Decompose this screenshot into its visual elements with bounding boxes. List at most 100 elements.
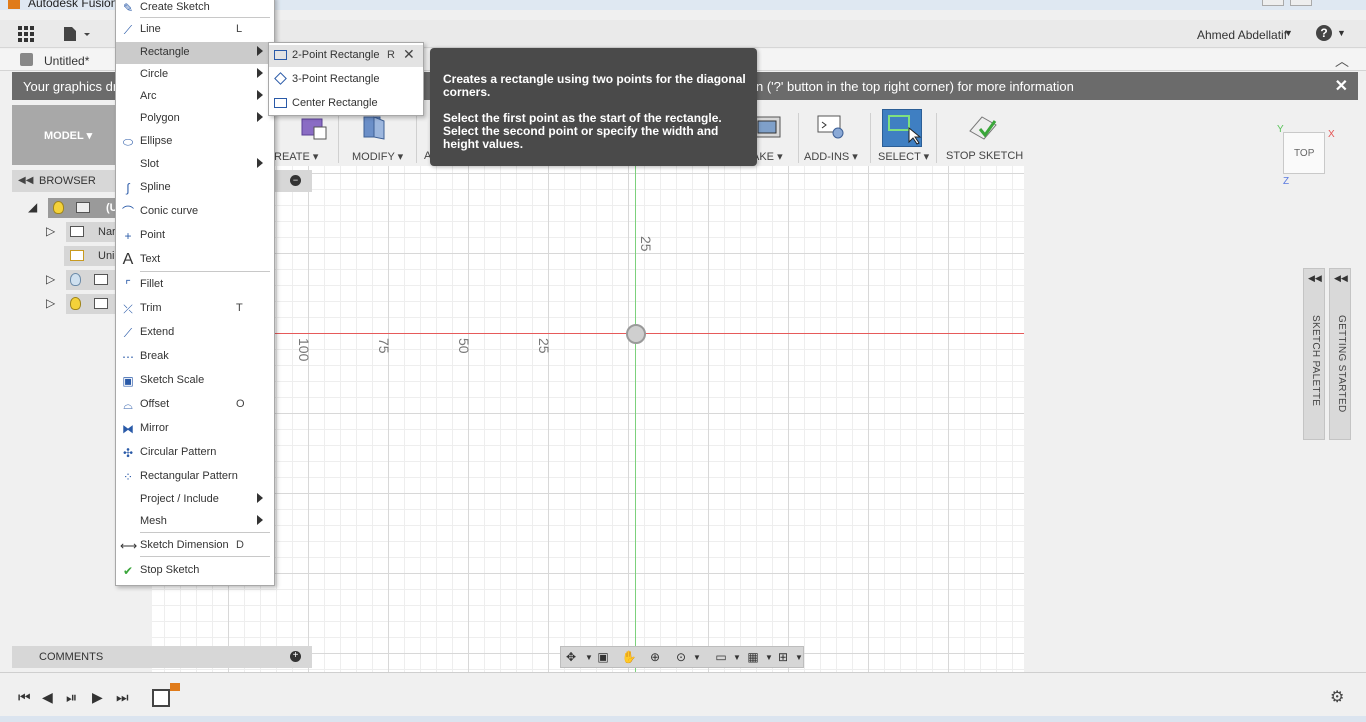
viewports-dropdown-icon[interactable]: ▼ — [791, 653, 807, 667]
go-to-end-icon[interactable]: ⏭ — [116, 689, 129, 706]
menu-item-rectangle[interactable]: Rectangle — [116, 42, 274, 64]
submenu-item-2-point-rectangle[interactable]: 2-Point Rectangle R ✕ — [269, 45, 423, 67]
browser-root-node[interactable]: ◢ (U — [28, 198, 118, 218]
select-group[interactable]: SELECT ▾ — [878, 105, 929, 165]
stop-sketch-checkmark-icon — [968, 113, 998, 141]
stop-sketch-group[interactable]: STOP SKETCH — [942, 105, 1028, 165]
expanded-triangle-icon[interactable]: ◢ — [28, 200, 37, 214]
browser-sketches-node[interactable]: ▷ — [46, 294, 118, 314]
menu-item-conic-curve[interactable]: ⌒ Conic curve — [116, 201, 274, 223]
sketch-canvas[interactable]: 100 75 50 25 25 — [152, 166, 1024, 672]
menu-item-break[interactable]: ⋯ Break — [116, 346, 274, 368]
menu-item-point[interactable]: + Point — [116, 225, 274, 247]
menu-item-extend[interactable]: ⟋ Extend — [116, 322, 274, 344]
menu-item-label: Mirror — [140, 422, 169, 434]
close-icon[interactable]: ✕ — [403, 46, 415, 63]
data-panel-grid-icon[interactable] — [18, 26, 36, 42]
sketch-dimension-icon: ⟷ — [120, 539, 138, 553]
ribbon-divider — [416, 113, 417, 163]
collapse-left-icon[interactable]: ◀◀ — [18, 175, 33, 186]
menu-item-spline[interactable]: ∫ Spline — [116, 177, 274, 199]
menu-item-rectangular-pattern[interactable]: ⁘ Rectangular Pattern — [116, 466, 274, 488]
menu-item-polygon[interactable]: Polygon — [116, 108, 274, 130]
timeline-playhead[interactable] — [170, 683, 180, 691]
modify-icon — [360, 113, 390, 141]
expand-left-icon[interactable]: ◀◀ — [1334, 273, 1348, 284]
collapsed-triangle-icon[interactable]: ▷ — [46, 272, 55, 286]
break-icon: ⋯ — [122, 350, 134, 364]
minimize-button[interactable] — [1262, 0, 1284, 6]
timeline-sketch-feature-icon[interactable] — [152, 689, 170, 707]
menu-item-stop-sketch[interactable]: ✔ Stop Sketch — [116, 560, 274, 582]
menu-item-label: Circle — [140, 68, 169, 80]
menu-item-label: Spline — [140, 181, 171, 193]
menu-separator — [140, 17, 270, 18]
view-cube[interactable]: TOP — [1283, 132, 1325, 174]
look-at-icon[interactable]: ▣ — [595, 650, 611, 664]
menu-item-arc[interactable]: Arc — [116, 86, 274, 108]
go-to-start-icon[interactable]: ⏮ — [18, 689, 31, 706]
timeline-bar: ⏮ ◀ ⏯ ▶ ⏭ ⚙ — [0, 672, 1366, 722]
fit-icon[interactable]: ⊙ — [673, 650, 689, 664]
collapse-chevron-up-icon[interactable]: ︿ — [1335, 51, 1349, 71]
step-back-icon[interactable]: ◀ — [42, 689, 53, 706]
menu-item-trim[interactable]: ⤫ Trim T — [116, 298, 274, 320]
line-icon: ⟋ — [123, 23, 133, 37]
play-pause-icon[interactable]: ⏯ — [66, 689, 77, 706]
menu-item-project-include[interactable]: Project / Include — [116, 489, 274, 511]
visibility-bulb-icon[interactable] — [53, 201, 64, 214]
maximize-button[interactable] — [1290, 0, 1312, 6]
create-menu-label: REATE ▾ — [274, 151, 319, 163]
menu-item-mirror[interactable]: ⧓ Mirror — [116, 418, 274, 440]
zoom-icon[interactable]: ⊕ — [647, 650, 663, 664]
sketch-palette-tab[interactable]: ◀◀ SKETCH PALETTE — [1303, 268, 1325, 440]
document-tab[interactable]: Untitled* — [44, 54, 89, 68]
grid-settings-icon[interactable]: ▦ — [745, 650, 761, 664]
file-menu-button[interactable] — [62, 26, 92, 42]
user-account-name[interactable]: Ahmed Abdellatif — [1197, 28, 1287, 42]
menu-item-sketch-dimension[interactable]: ⟷ Sketch Dimension D — [116, 535, 274, 557]
add-ins-group[interactable]: ADD-INS ▾ — [804, 105, 864, 165]
menu-item-circle[interactable]: Circle — [116, 64, 274, 86]
browser-origin-node[interactable]: ▷ — [46, 270, 118, 290]
menu-item-line[interactable]: ⟋ Line L — [116, 19, 274, 41]
orbit-icon[interactable]: ✥ — [563, 650, 579, 664]
menu-item-text[interactable]: A Text — [116, 249, 274, 271]
step-forward-icon[interactable]: ▶ — [92, 689, 103, 706]
submenu-item-center-rectangle[interactable]: Center Rectangle — [269, 93, 423, 115]
menu-item-shortcut: D — [236, 539, 244, 551]
menu-item-circular-pattern[interactable]: ✣ Circular Pattern — [116, 442, 274, 464]
help-button[interactable]: ? — [1316, 25, 1332, 41]
browser-minimize-button[interactable]: − — [290, 175, 301, 186]
visibility-bulb-off-icon[interactable] — [70, 273, 81, 286]
add-comment-button[interactable]: + — [290, 651, 301, 662]
collapsed-triangle-icon[interactable]: ▷ — [46, 296, 55, 310]
browser-named-views-node[interactable]: ▷ Nar — [46, 222, 118, 242]
display-settings-icon[interactable]: ▭ — [713, 650, 729, 664]
expand-left-icon[interactable]: ◀◀ — [1308, 273, 1322, 284]
comments-panel-header[interactable]: COMMENTS + — [12, 646, 312, 668]
submenu-item-3-point-rectangle[interactable]: 3-Point Rectangle — [269, 69, 423, 91]
tree-node-label: Uni — [98, 250, 115, 262]
modify-menu-label: MODIFY ▾ — [352, 151, 404, 163]
gear-icon[interactable]: ⚙ — [1330, 687, 1344, 707]
visibility-bulb-icon[interactable] — [70, 297, 81, 310]
browser-units-node[interactable]: Uni — [64, 246, 118, 266]
getting-started-tab[interactable]: ◀◀ GETTING STARTED — [1329, 268, 1351, 440]
menu-item-fillet[interactable]: ⌜ Fillet — [116, 274, 274, 296]
x-axis-line — [152, 333, 1024, 334]
help-dropdown-caret-icon[interactable]: ▼ — [1337, 28, 1346, 38]
fit-dropdown-icon[interactable]: ▼ — [689, 653, 705, 667]
pan-hand-icon[interactable]: ✋ — [621, 650, 637, 664]
menu-item-ellipse[interactable]: ⬭ Ellipse — [116, 131, 274, 153]
menu-item-slot[interactable]: Slot — [116, 154, 274, 176]
menu-item-offset[interactable]: ⌓ Offset O — [116, 394, 274, 416]
menu-item-sketch-scale[interactable]: ▣ Sketch Scale — [116, 370, 274, 392]
menu-item-mesh[interactable]: Mesh — [116, 511, 274, 533]
origin-point[interactable] — [626, 324, 646, 344]
display-dropdown-icon[interactable]: ▼ — [729, 653, 745, 667]
collapsed-triangle-icon[interactable]: ▷ — [46, 224, 55, 238]
user-dropdown-caret-icon[interactable]: ▼ — [1284, 28, 1293, 38]
viewports-icon[interactable]: ⊞ — [775, 650, 791, 664]
banner-close-button[interactable]: ✕ — [1335, 76, 1348, 96]
